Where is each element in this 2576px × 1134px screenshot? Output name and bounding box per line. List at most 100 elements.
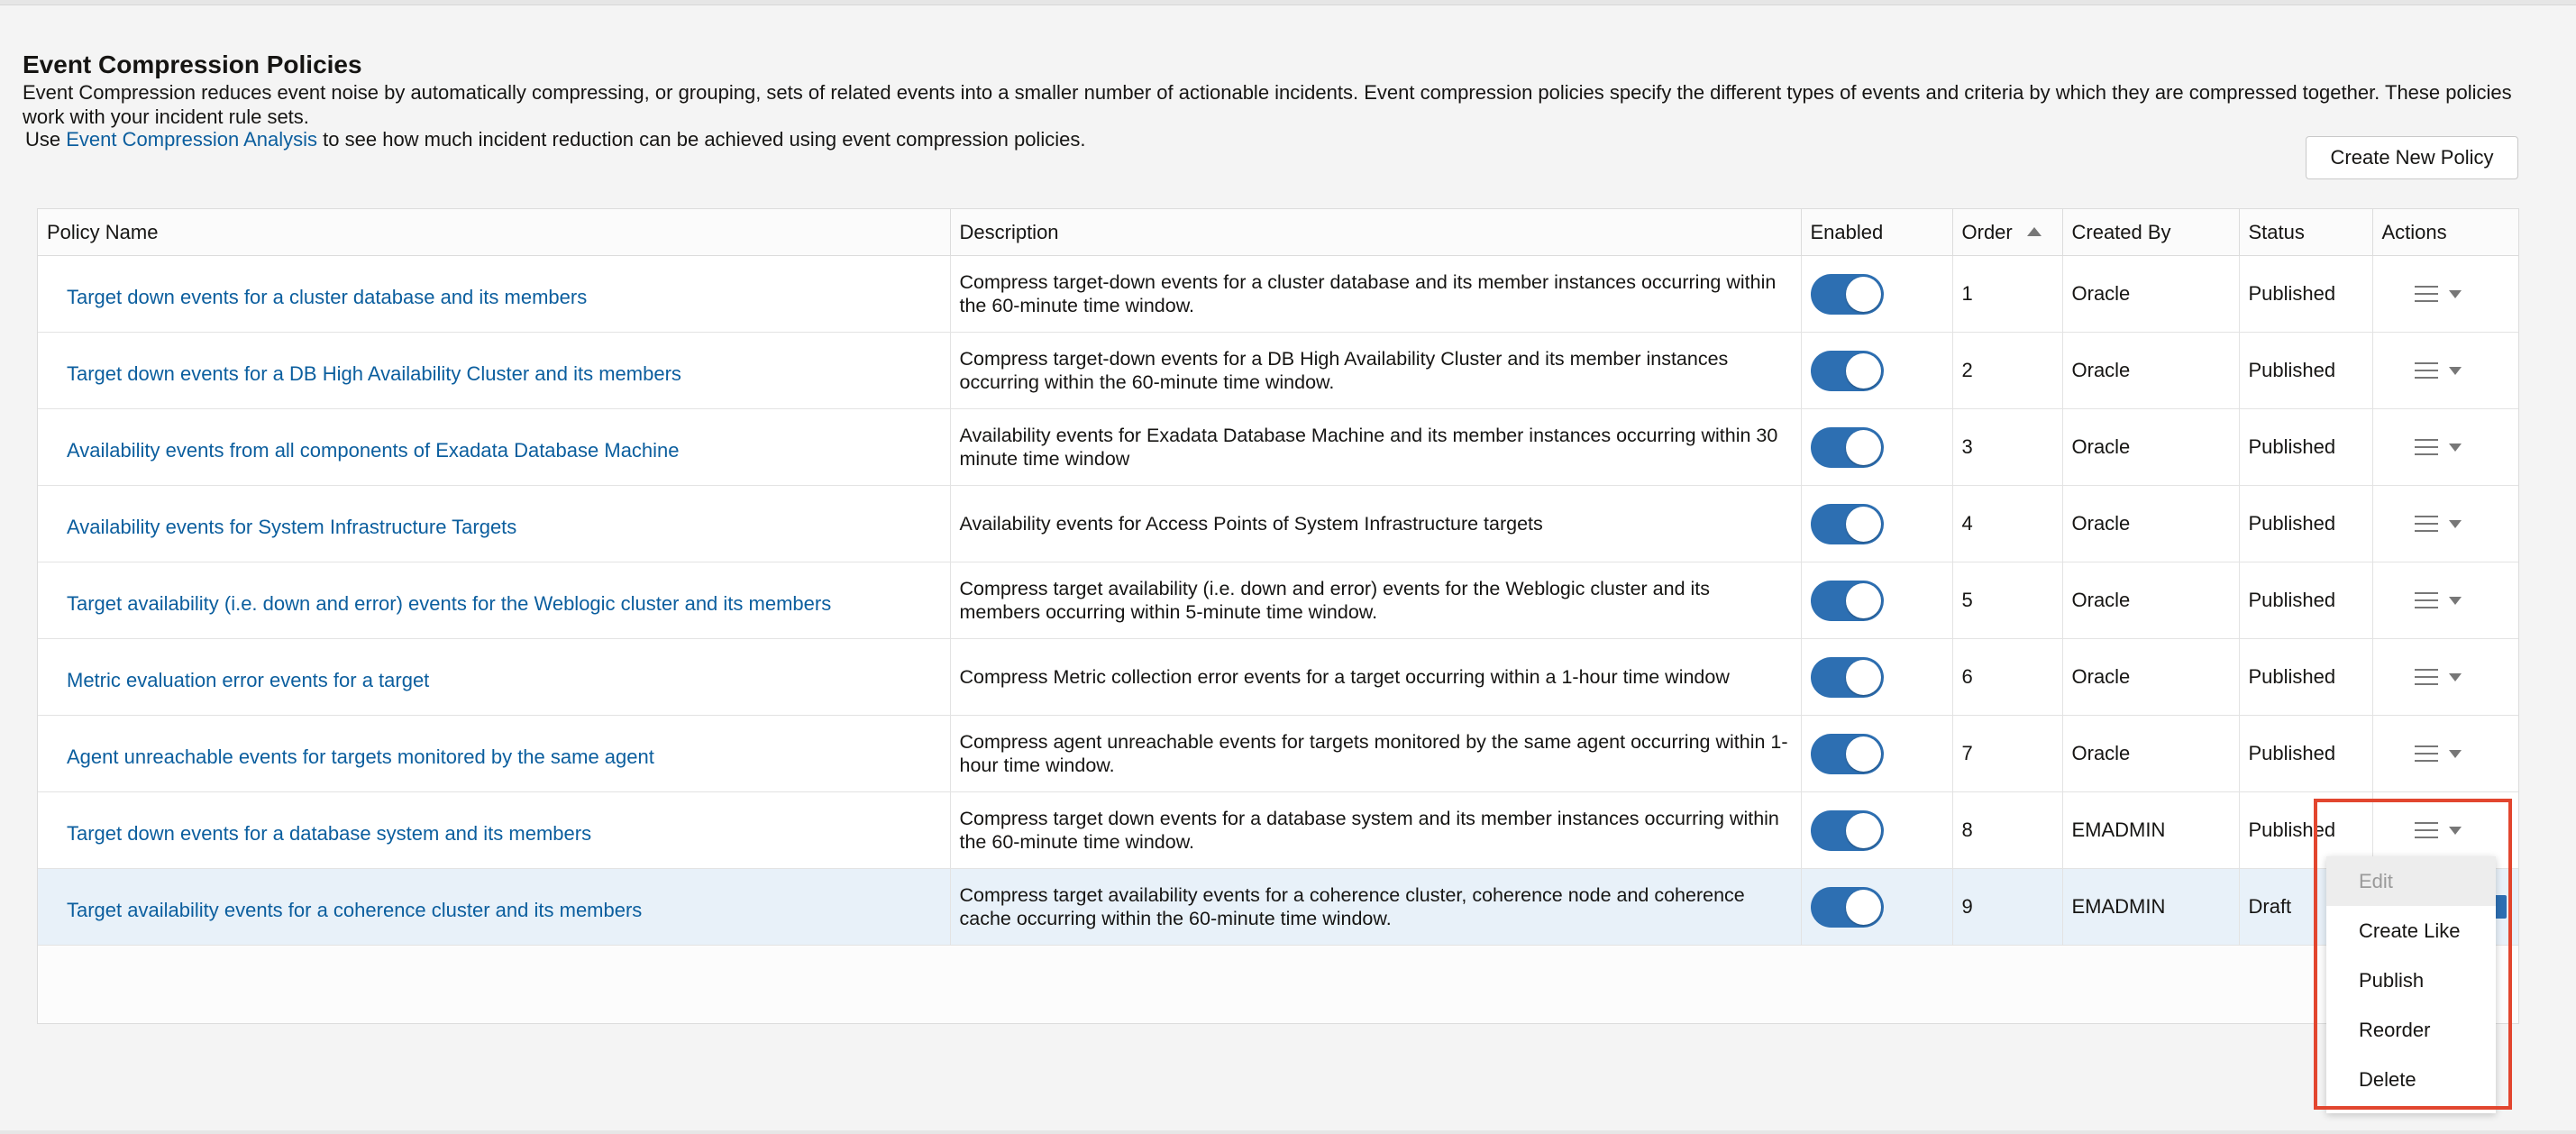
table-row[interactable]: Target down events for a database system… [38,791,2518,869]
policy-description: Compress target down events for a databa… [950,791,1802,869]
hamburger-menu-icon [2414,439,2438,455]
menu-item-create-like[interactable]: Create Like [2326,906,2496,956]
policy-status: Published [2239,638,2373,716]
policy-name-link[interactable]: Target down events for a cluster databas… [67,286,587,308]
table-row[interactable]: Availability events for System Infrastru… [38,485,2518,562]
caret-down-icon [2448,596,2462,605]
policy-description: Compress target-down events for a cluste… [950,255,1802,333]
policy-name-link[interactable]: Metric evaluation error events for a tar… [67,669,429,691]
table-row-selected[interactable]: Target availability events for a coheren… [38,868,2518,946]
enabled-toggle[interactable] [1810,656,1884,698]
caret-down-icon [2448,519,2462,528]
hamburger-menu-icon [2414,745,2438,762]
row-actions-button[interactable] [2382,592,2510,608]
menu-item-reorder[interactable]: Reorder [2326,1005,2496,1055]
policy-description: Compress target availability events for … [950,868,1802,946]
policy-created-by: Oracle [2062,638,2240,716]
column-header-enabled[interactable]: Enabled [1801,209,1953,256]
column-header-actions: Actions [2372,209,2518,256]
enabled-toggle[interactable] [1810,580,1884,621]
column-header-policy-name[interactable]: Policy Name [38,209,951,256]
enabled-toggle[interactable] [1810,809,1884,851]
event-compression-analysis-link[interactable]: Event Compression Analysis [66,128,317,151]
table-row[interactable]: Target availability (i.e. down and error… [38,562,2518,639]
policy-description: Compress target-down events for a DB Hig… [950,332,1802,409]
policy-order: 4 [1952,485,2063,562]
row-actions-button[interactable] [2382,439,2510,455]
policy-name-link[interactable]: Agent unreachable events for targets mon… [67,745,654,768]
row-actions-button[interactable] [2382,362,2510,379]
caret-down-icon [2448,366,2462,375]
policy-created-by: Oracle [2062,332,2240,409]
table-row[interactable]: Target down events for a DB High Availab… [38,332,2518,409]
toggle-knob [1845,276,1881,312]
toggle-knob [1845,889,1881,925]
policy-status: Published [2239,562,2373,639]
create-new-policy-button[interactable]: Create New Policy [2306,136,2518,179]
policy-name-link[interactable]: Availability events from all components … [67,439,680,462]
row-actions-button[interactable] [2382,822,2510,838]
row-actions-button[interactable] [2382,745,2510,762]
analysis-hint-suffix: to see how much incident reduction can b… [323,128,1086,151]
policy-created-by: Oracle [2062,408,2240,486]
bottom-border [0,1130,2576,1134]
policy-created-by: EMADMIN [2062,791,2240,869]
table-row[interactable]: Agent unreachable events for targets mon… [38,715,2518,792]
toggle-knob [1845,506,1881,542]
menu-item-publish[interactable]: Publish [2326,956,2496,1005]
policy-created-by: Oracle [2062,715,2240,792]
policy-name-link[interactable]: Availability events for System Infrastru… [67,516,516,538]
policies-table: Policy Name Description Enabled Order Cr… [37,208,2519,1024]
policy-status: Published [2239,408,2373,486]
policy-order: 6 [1952,638,2063,716]
top-border [0,0,2576,5]
policy-created-by: Oracle [2062,485,2240,562]
page-title: Event Compression Policies [23,50,362,78]
enabled-toggle[interactable] [1810,733,1884,774]
enabled-toggle[interactable] [1810,350,1884,391]
toggle-knob [1845,736,1881,772]
sort-ascending-icon[interactable] [2026,226,2042,236]
menu-item-edit: Edit [2326,856,2496,906]
caret-down-icon [2448,672,2462,681]
toggle-knob [1845,429,1881,465]
column-header-status[interactable]: Status [2239,209,2373,256]
caret-down-icon [2448,826,2462,835]
column-header-description[interactable]: Description [950,209,1802,256]
table-header-row: Policy Name Description Enabled Order Cr… [38,209,2518,256]
column-header-order[interactable]: Order [1952,209,2063,256]
table-row[interactable]: Target down events for a cluster databas… [38,255,2518,333]
menu-item-delete[interactable]: Delete [2326,1055,2496,1104]
hamburger-menu-icon [2414,669,2438,685]
policy-order: 7 [1952,715,2063,792]
policy-order: 8 [1952,791,2063,869]
policy-name-link[interactable]: Target down events for a DB High Availab… [67,362,681,385]
caret-down-icon [2448,443,2462,452]
policy-status: Published [2239,255,2373,333]
hamburger-menu-icon [2414,286,2438,302]
actions-dropdown-menu: Edit Create Like Publish Reorder Delete [2326,856,2496,1113]
toggle-knob [1845,352,1881,389]
row-actions-button[interactable] [2382,516,2510,532]
enabled-toggle[interactable] [1810,886,1884,928]
order-header-label: Order [1961,220,2013,243]
row-actions-button[interactable] [2382,669,2510,685]
toggle-knob [1845,659,1881,695]
policy-name-link[interactable]: Target down events for a database system… [67,822,591,845]
table-row[interactable]: Metric evaluation error events for a tar… [38,638,2518,716]
policy-created-by: EMADMIN [2062,868,2240,946]
column-header-created-by[interactable]: Created By [2062,209,2240,256]
enabled-toggle[interactable] [1810,426,1884,468]
enabled-toggle[interactable] [1810,503,1884,544]
policy-order: 3 [1952,408,2063,486]
enabled-toggle[interactable] [1810,273,1884,315]
toggle-knob [1845,812,1881,848]
hamburger-menu-icon [2414,592,2438,608]
policy-order: 5 [1952,562,2063,639]
row-actions-button[interactable] [2382,286,2510,302]
table-row[interactable]: Availability events from all components … [38,408,2518,486]
policy-name-link[interactable]: Target availability (i.e. down and error… [67,592,831,615]
policy-name-link[interactable]: Target availability events for a coheren… [67,899,642,921]
page-description: Event Compression reduces event noise by… [23,81,2512,128]
analysis-hint: Use Event Compression Analysis to see ho… [25,128,1085,151]
